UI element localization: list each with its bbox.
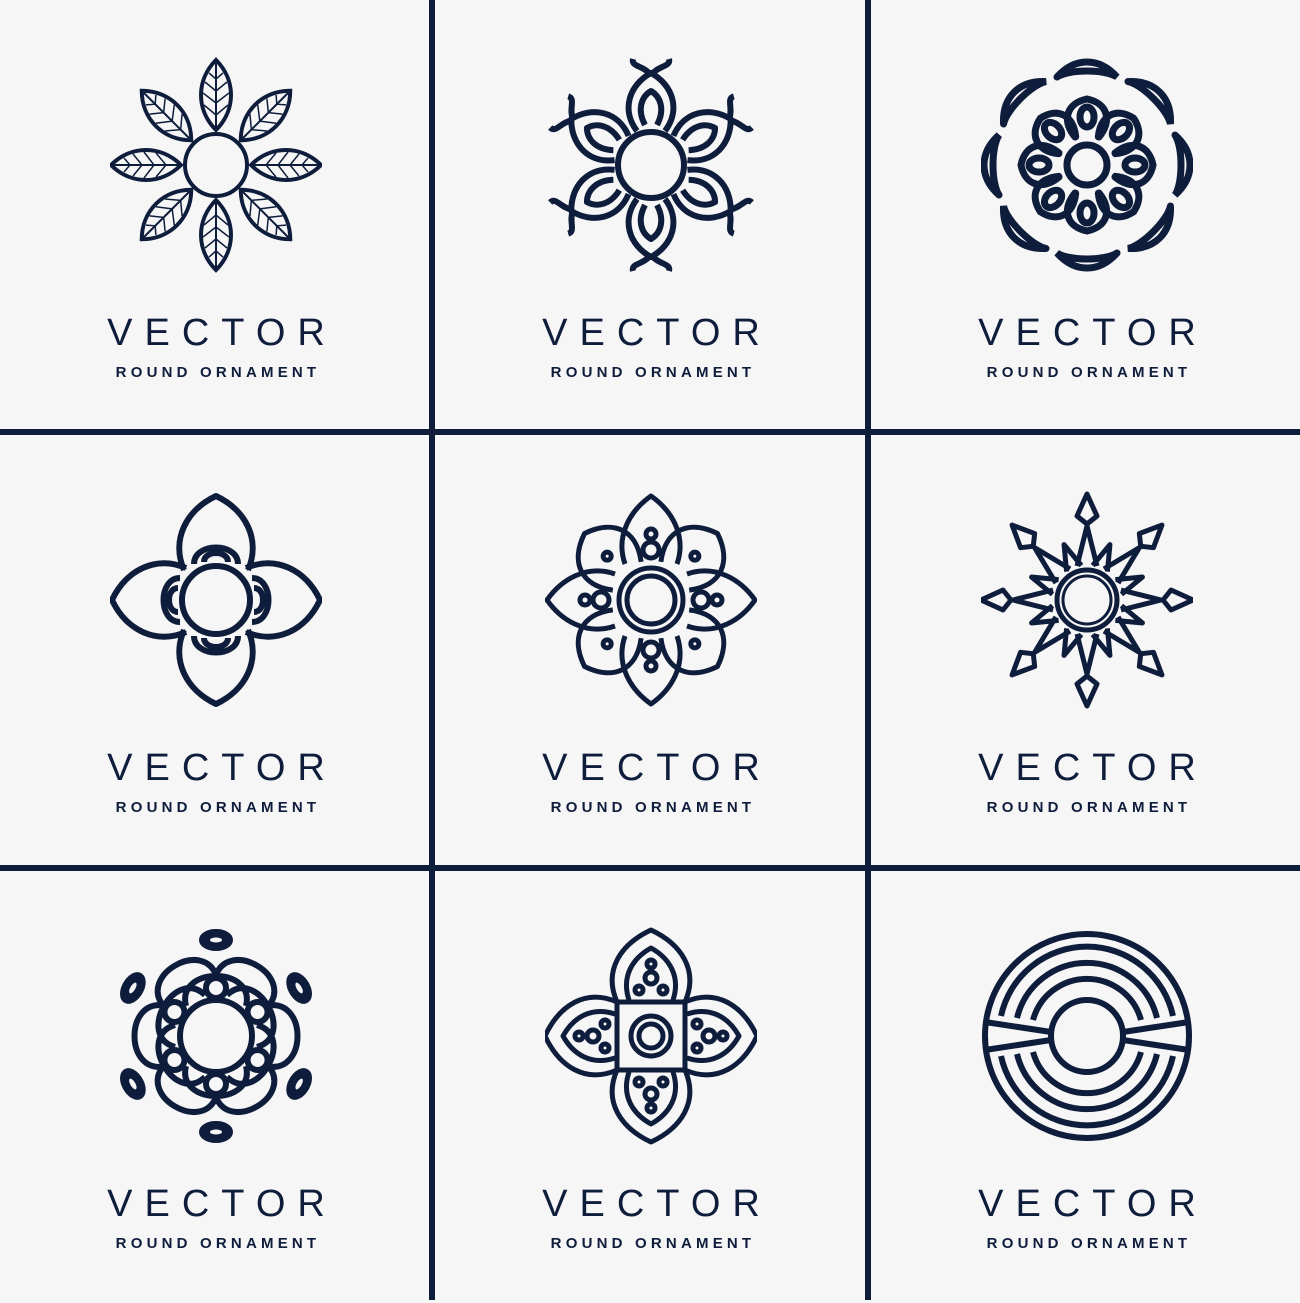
swirl-rosette-icon [981,58,1193,275]
card-title: VECTOR [978,312,1208,354]
concentric-circle-icon [982,931,1192,1141]
ornament-card: VECTOR ROUND ORNAMENT [0,435,432,867]
card-title: VECTOR [107,747,337,789]
ornament-card: VECTOR ROUND ORNAMENT [871,871,1300,1303]
scallop-medallion-icon [110,929,322,1146]
ornament-card: VECTOR ROUND ORNAMENT [435,871,867,1303]
ornament-card: VECTOR ROUND ORNAMENT [0,0,432,432]
card-subtitle: ROUND ORNAMENT [986,1235,1192,1252]
card-title: VECTOR [107,312,337,354]
card-title: VECTOR [978,747,1208,789]
card-subtitle: ROUND ORNAMENT [115,364,321,381]
ornament-grid: VECTOR ROUND ORNAMENT VECTOR ROUND ORNAM… [0,0,1300,1300]
ornament-card: VECTOR ROUND ORNAMENT [435,0,867,432]
card-title: VECTOR [107,1183,337,1225]
four-petal-arc-icon [110,493,322,710]
spiky-star-icon [981,491,1193,710]
card-subtitle: ROUND ORNAMENT [115,799,321,816]
card-title: VECTOR [542,312,772,354]
ornament-card: VECTOR ROUND ORNAMENT [435,435,867,867]
card-subtitle: ROUND ORNAMENT [986,799,1192,816]
card-subtitle: ROUND ORNAMENT [115,1235,321,1252]
ornament-card: VECTOR ROUND ORNAMENT [0,871,432,1303]
filigree-cross-icon [545,927,757,1146]
card-subtitle: ROUND ORNAMENT [550,799,756,816]
jeweled-lotus-icon [545,493,757,710]
card-title: VECTOR [978,1183,1208,1225]
ornament-card: VECTOR ROUND ORNAMENT [871,435,1300,867]
card-subtitle: ROUND ORNAMENT [986,364,1192,381]
card-title: VECTOR [542,1183,772,1225]
leaf-flower-icon [110,57,322,272]
card-subtitle: ROUND ORNAMENT [550,1235,756,1252]
heart-lotus-icon [545,58,757,275]
card-title: VECTOR [542,747,772,789]
card-subtitle: ROUND ORNAMENT [550,364,756,381]
ornament-card: VECTOR ROUND ORNAMENT [871,0,1300,432]
